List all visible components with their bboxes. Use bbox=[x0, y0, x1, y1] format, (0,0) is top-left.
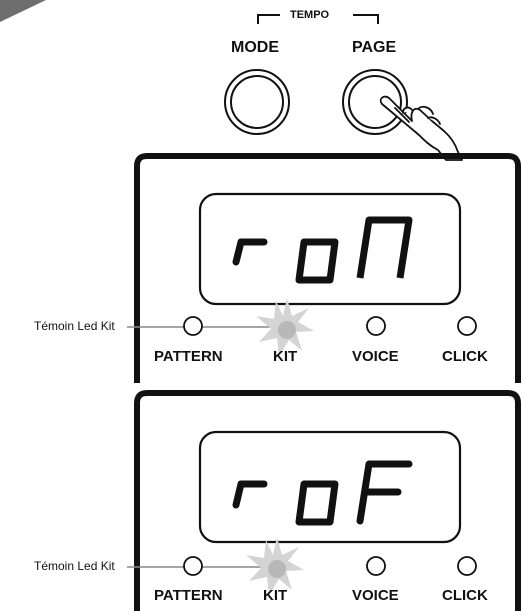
mode-button[interactable] bbox=[224, 69, 290, 135]
diagram-drawing bbox=[0, 0, 521, 611]
indicator-kit-1: KIT bbox=[273, 348, 298, 365]
led-voice-2 bbox=[366, 556, 386, 576]
indicator-pattern-1: PATTERN bbox=[154, 348, 223, 365]
callout-label-2: Témoin Led Kit bbox=[34, 559, 115, 573]
led-pattern-2 bbox=[183, 556, 203, 576]
panel-2 bbox=[127, 390, 521, 611]
led-click-1 bbox=[457, 316, 477, 336]
led-pattern-1 bbox=[183, 316, 203, 336]
page-button[interactable] bbox=[342, 69, 408, 135]
indicator-kit-2: KIT bbox=[263, 587, 288, 604]
callout-label-1: Témoin Led Kit bbox=[34, 319, 115, 333]
led-voice-1 bbox=[366, 316, 386, 336]
led-click-2 bbox=[457, 556, 477, 576]
page-button-label: PAGE bbox=[352, 39, 397, 56]
mode-button-label: MODE bbox=[231, 39, 279, 56]
tempo-label: TEMPO bbox=[290, 9, 330, 21]
control-panel-diagram: TEMPO MODE PAGE Témoin Led Kit PATTERN K… bbox=[0, 0, 522, 611]
indicator-click-2: CLICK bbox=[442, 587, 488, 604]
corner-tab bbox=[0, 0, 46, 22]
indicator-pattern-2: PATTERN bbox=[154, 587, 223, 604]
indicator-voice-1: VOICE bbox=[352, 348, 399, 365]
indicator-voice-2: VOICE bbox=[352, 587, 399, 604]
indicator-click-1: CLICK bbox=[442, 348, 488, 365]
